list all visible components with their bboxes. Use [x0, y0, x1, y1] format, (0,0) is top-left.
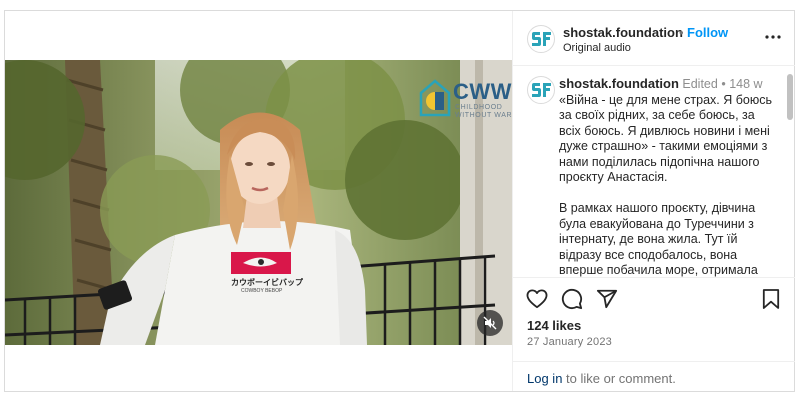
login-prompt: Log in to like or comment.	[513, 361, 795, 391]
comment-icon	[561, 288, 583, 310]
sf-logo-icon	[532, 32, 551, 46]
caption-avatar[interactable]	[527, 76, 555, 104]
post-card: カウボーイビバップ COWBOY BEBOP CWW CHILDHOOD WIT…	[4, 10, 795, 392]
username-link[interactable]: shostak.foundation	[563, 25, 683, 40]
likes-count[interactable]: 124 likes	[527, 318, 581, 333]
speaker-muted-icon	[483, 316, 497, 330]
post-header: shostak.foundation • Follow Original aud…	[513, 11, 795, 66]
login-text: Log in to like or comment.	[527, 371, 676, 386]
bookmark-icon	[762, 289, 780, 309]
caption-paragraph-1: «Війна - це для мене страх. Я боюсь за с…	[559, 92, 772, 185]
like-button[interactable]	[525, 287, 549, 311]
cww-subtitle-line1: CHILDHOOD	[455, 104, 503, 111]
audio-label[interactable]: Original audio	[563, 42, 631, 54]
caption-paragraph-2: В рамках нашого проєкту, дівчина була ев…	[559, 201, 758, 277]
follow-button[interactable]: Follow	[687, 25, 728, 40]
save-button[interactable]	[759, 287, 783, 311]
sf-logo-icon	[532, 83, 551, 97]
mute-button[interactable]	[477, 310, 503, 336]
caption-separator: •	[721, 77, 726, 91]
action-bar	[513, 287, 795, 317]
share-button[interactable]	[595, 287, 619, 311]
comment-button[interactable]	[560, 287, 584, 311]
cww-title: CWW	[453, 79, 512, 104]
comments-scrollbar[interactable]	[787, 74, 793, 120]
login-link[interactable]: Log in	[527, 371, 562, 386]
heart-icon	[526, 289, 548, 309]
caption-edited: Edited	[682, 77, 718, 91]
media-area: カウボーイビバップ COWBOY BEBOP CWW CHILDHOOD WIT…	[5, 11, 512, 391]
post-side-panel: shostak.foundation • Follow Original aud…	[512, 11, 795, 391]
shirt-print-jp: カウボーイビバップ	[231, 278, 303, 287]
paper-plane-icon	[596, 289, 618, 309]
shirt-print-en: COWBOY BEBOP	[241, 288, 283, 294]
post-date[interactable]: 27 January 2023	[527, 336, 612, 348]
login-suffix: to like or comment.	[562, 371, 676, 386]
caption-text: shostak.foundation Edited • 148 w «Війна…	[559, 76, 775, 277]
caption-age[interactable]: 148 w	[729, 77, 762, 91]
avatar[interactable]	[527, 25, 555, 53]
cww-subtitle: CHILDHOOD WITHOUT WAR	[455, 104, 515, 120]
more-horizontal-icon	[765, 35, 781, 39]
comments-area[interactable]: shostak.foundation Edited • 148 w «Війна…	[513, 66, 795, 278]
separator-dot: •	[679, 25, 684, 40]
caption-username[interactable]: shostak.foundation	[559, 76, 679, 91]
more-options-button[interactable]	[763, 27, 783, 47]
cww-subtitle-line2: WITHOUT WAR	[455, 112, 513, 119]
